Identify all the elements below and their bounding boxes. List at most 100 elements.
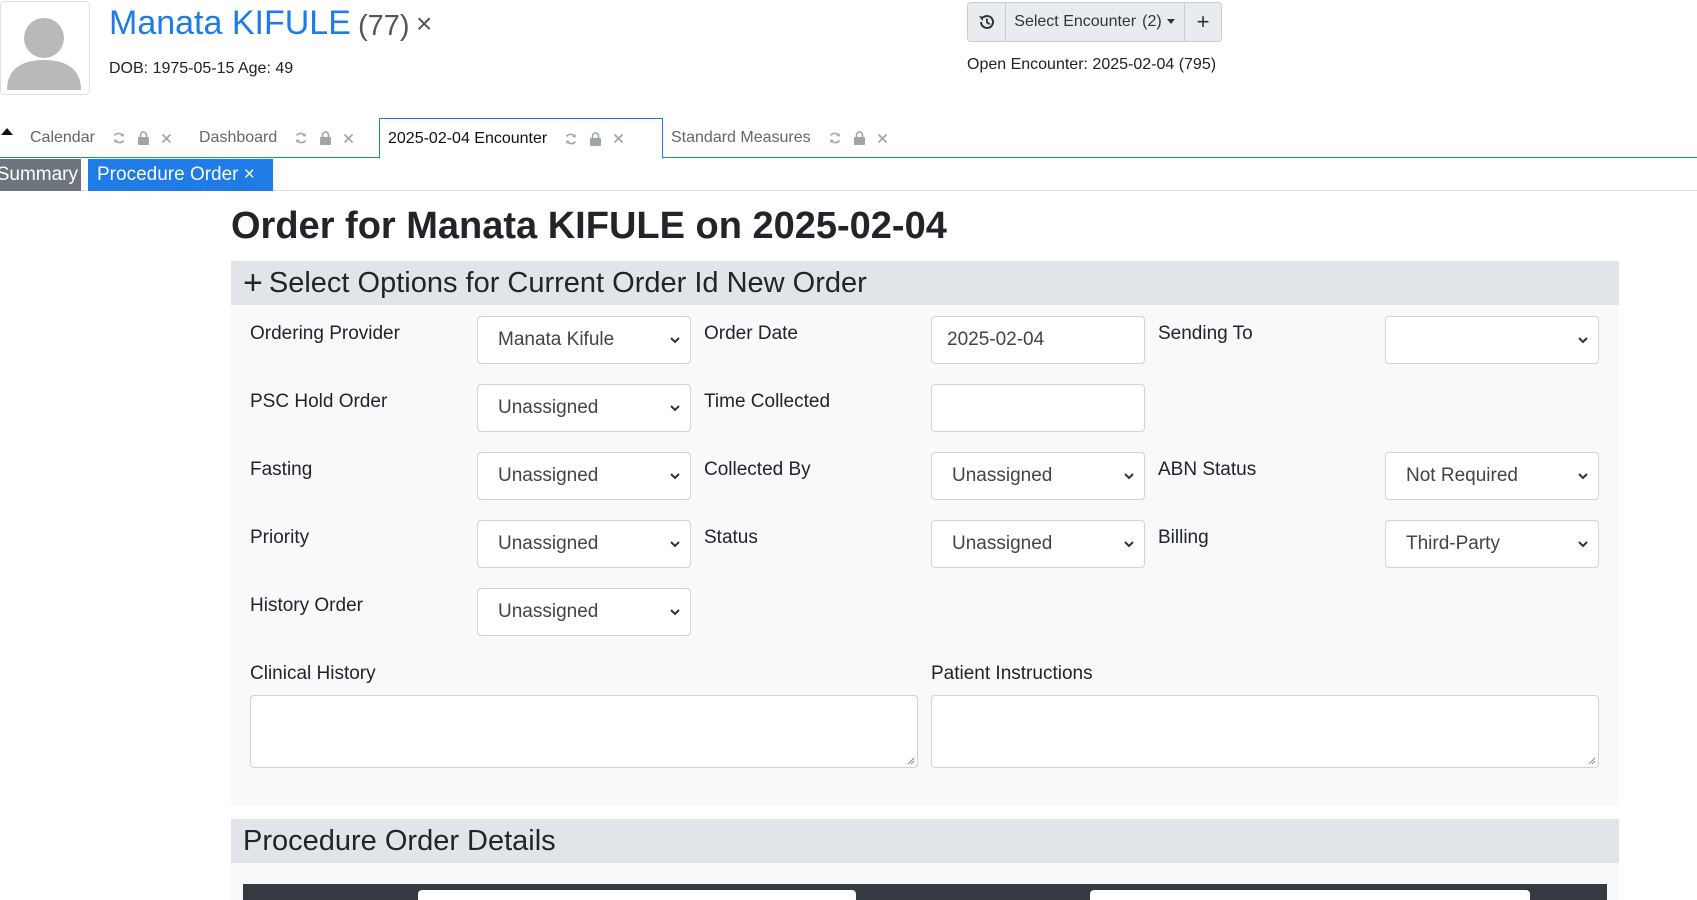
sending-to-label: Sending To <box>1158 323 1253 344</box>
tab-dashboard[interactable]: Dashboard <box>199 118 354 158</box>
tab-standard-measures[interactable]: Standard Measures <box>671 118 888 158</box>
clinical-history-textarea[interactable] <box>250 695 918 768</box>
order-options-panel: + Select Options for Current Order Id Ne… <box>231 261 1619 806</box>
time-collected-input[interactable] <box>931 384 1145 432</box>
select-encounter-dropdown[interactable]: Select Encounter (2) <box>1006 3 1185 41</box>
encounter-button-group: Select Encounter (2) + <box>967 2 1222 42</box>
chevron-down-icon <box>670 609 680 616</box>
patient-name-link[interactable]: Manata KIFULE <box>109 4 351 43</box>
lock-icon[interactable] <box>319 131 332 145</box>
patient-instructions-label: Patient Instructions <box>931 663 1093 684</box>
order-date-input[interactable]: 2025-02-04 <box>931 316 1145 364</box>
fasting-label: Fasting <box>250 459 313 480</box>
tab-calendar[interactable]: Calendar <box>30 118 172 158</box>
open-encounter-info: Open Encounter: 2025-02-04 (795) <box>967 56 1217 73</box>
encounter-count: (2) <box>1142 13 1162 30</box>
ordering-provider-select[interactable]: Manata Kifule <box>477 316 691 364</box>
refresh-icon[interactable] <box>294 131 308 145</box>
chevron-down-icon <box>1578 541 1588 548</box>
tab-label: Standard Measures <box>671 129 811 146</box>
history-order-select[interactable]: Unassigned <box>477 588 691 636</box>
details-heading-text: Procedure Order Details <box>243 824 556 857</box>
abn-status-select[interactable]: Not Required <box>1385 452 1599 500</box>
abn-status-label: ABN Status <box>1158 459 1257 480</box>
chevron-down-icon <box>1124 473 1134 480</box>
history-order-label: History Order <box>250 595 363 616</box>
lock-icon[interactable] <box>137 131 150 145</box>
psc-hold-order-label: PSC Hold Order <box>250 391 388 412</box>
tab-label: Dashboard <box>199 129 278 146</box>
resize-grip-icon[interactable] <box>1586 755 1596 765</box>
add-encounter-button[interactable]: + <box>1185 3 1221 41</box>
resize-grip-icon[interactable] <box>905 755 915 765</box>
chevron-down-icon <box>670 541 680 548</box>
details-input-2[interactable] <box>1090 890 1530 900</box>
procedure-order-details-panel: Procedure Order Details <box>231 819 1619 900</box>
plus-icon: + <box>243 264 263 302</box>
main-tab-bar: Calendar Dashboard 2025-02-04 Encounter … <box>0 118 1697 159</box>
subtab-procedure-order[interactable]: Procedure Order × <box>88 159 273 191</box>
priority-select[interactable]: Unassigned <box>477 520 691 568</box>
subtab-label: Summary <box>0 164 78 185</box>
refresh-icon[interactable] <box>564 132 578 146</box>
clinical-history-label: Clinical History <box>250 663 376 684</box>
order-options-toggle[interactable]: + Select Options for Current Order Id Ne… <box>231 261 1619 305</box>
select-value: Unassigned <box>952 465 1053 486</box>
collected-by-select[interactable]: Unassigned <box>931 452 1145 500</box>
chevron-down-icon <box>1578 473 1588 480</box>
patient-dob-age: DOB: 1975-05-15 Age: 49 <box>109 60 294 77</box>
close-icon[interactable] <box>613 133 624 144</box>
close-icon[interactable] <box>161 133 172 144</box>
priority-label: Priority <box>250 527 310 548</box>
refresh-icon[interactable] <box>112 131 126 145</box>
select-value: Unassigned <box>952 533 1053 554</box>
refresh-icon[interactable] <box>828 131 842 145</box>
chevron-down-icon <box>670 405 680 412</box>
chevron-down-icon <box>1124 541 1134 548</box>
close-icon[interactable] <box>877 133 888 144</box>
options-heading: Select Options for Current Order Id New … <box>268 266 867 299</box>
sending-to-select[interactable] <box>1385 316 1599 364</box>
select-value: Manata Kifule <box>498 329 615 350</box>
user-silhouette-icon <box>7 18 81 90</box>
details-row-bar <box>243 884 1607 900</box>
encounter-sub-tabs: Summary Procedure Order × <box>0 159 1697 191</box>
ordering-provider-label: Ordering Provider <box>250 323 400 344</box>
chevron-down-icon <box>670 473 680 480</box>
lock-icon[interactable] <box>853 131 866 145</box>
time-collected-label: Time Collected <box>704 391 831 412</box>
select-encounter-label: Select Encounter <box>1014 13 1137 30</box>
tab-encounter[interactable]: 2025-02-04 Encounter <box>379 118 663 159</box>
encounter-history-button[interactable] <box>968 3 1006 41</box>
input-value: 2025-02-04 <box>947 329 1045 350</box>
select-value: Third-Party <box>1406 533 1500 554</box>
history-icon <box>978 14 994 29</box>
tab-label: 2025-02-04 Encounter <box>388 129 548 147</box>
patient-avatar <box>0 1 90 95</box>
fasting-select[interactable]: Unassigned <box>477 452 691 500</box>
select-value: Unassigned <box>498 465 599 486</box>
chevron-down-icon <box>1578 337 1588 344</box>
tab-label: Calendar <box>30 129 95 146</box>
details-heading: Procedure Order Details <box>231 819 1619 863</box>
billing-label: Billing <box>1158 527 1209 548</box>
patient-instructions-textarea[interactable] <box>931 695 1599 768</box>
page-title: Order for Manata KIFULE on 2025-02-04 <box>231 205 947 247</box>
chevron-down-icon <box>670 337 680 344</box>
status-label: Status <box>704 527 758 548</box>
subtab-summary[interactable]: Summary <box>0 159 81 191</box>
status-select[interactable]: Unassigned <box>931 520 1145 568</box>
details-input-1[interactable] <box>418 890 856 900</box>
select-value: Unassigned <box>498 601 599 622</box>
caret-down-icon <box>1166 19 1175 24</box>
close-patient-button[interactable]: × <box>416 8 432 40</box>
billing-select[interactable]: Third-Party <box>1385 520 1599 568</box>
patient-id: (77) <box>358 10 410 42</box>
close-icon[interactable] <box>343 133 354 144</box>
subtab-label: Procedure Order × <box>97 164 255 185</box>
select-value: Not Required <box>1406 465 1518 486</box>
select-value: Unassigned <box>498 397 599 418</box>
lock-icon[interactable] <box>589 131 602 146</box>
order-date-label: Order Date <box>704 323 798 344</box>
psc-hold-order-select[interactable]: Unassigned <box>477 384 691 432</box>
